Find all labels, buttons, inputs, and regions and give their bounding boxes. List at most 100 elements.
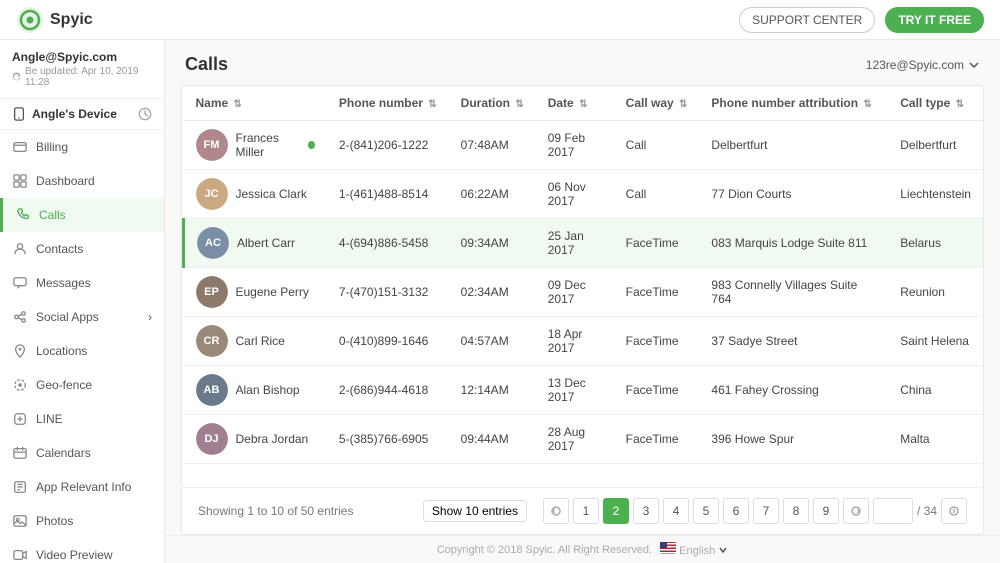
pagination: Showing 1 to 10 of 50 entries Show 10 en… (182, 487, 983, 534)
calls-icon (15, 207, 31, 223)
col-calltype[interactable]: Call type ⇅ (888, 86, 983, 121)
col-callway[interactable]: Call way ⇅ (614, 86, 700, 121)
sidebar-item-contacts[interactable]: Contacts (0, 232, 164, 266)
table-row[interactable]: AB Alan Bishop 2-(686)944-461812:14AM13 … (184, 366, 984, 415)
spyic-logo-icon (16, 6, 44, 34)
logo: Spyic (16, 6, 93, 34)
sort-icon-callway: ⇅ (679, 99, 687, 110)
logo-text: Spyic (50, 11, 93, 29)
showing-text: Showing 1 to 10 of 50 entries (198, 504, 353, 518)
cell-calltype: China (888, 366, 983, 415)
cell-callway: FaceTime (614, 219, 700, 268)
sort-icon-attribution: ⇅ (863, 99, 871, 110)
dashboard-icon (12, 173, 28, 189)
page-5-button[interactable]: 5 (693, 498, 719, 524)
cell-calltype: Belarus (888, 219, 983, 268)
cell-duration: 07:48AM (449, 121, 536, 170)
col-date[interactable]: Date ⇅ (536, 86, 614, 121)
cell-name: FM Frances Miller (184, 121, 327, 170)
cell-phone: 2-(841)206-1222 (327, 121, 449, 170)
sidebar: Angle@Spyic.com Be updated: Apr 10, 2019… (0, 40, 165, 563)
content-header: Calls 123re@Spyic.com (165, 40, 1000, 85)
page-6-button[interactable]: 6 (723, 498, 749, 524)
billing-label: Billing (36, 140, 68, 154)
cell-callway: Call (614, 121, 700, 170)
geofence-label: Geo-fence (36, 378, 92, 392)
sidebar-item-social-apps[interactable]: Social Apps › (0, 300, 164, 334)
chevron-down-small-icon (718, 546, 728, 554)
sidebar-item-video-preview[interactable]: Video Preview (0, 538, 164, 563)
geofence-icon (12, 377, 28, 393)
col-attribution[interactable]: Phone number attribution ⇅ (699, 86, 888, 121)
cell-name: JC Jessica Clark (184, 170, 327, 219)
sidebar-item-billing[interactable]: Billing (0, 130, 164, 164)
app-relevant-icon (12, 479, 28, 495)
sort-icon-calltype: ⇅ (956, 99, 964, 110)
cell-name: DJ Debra Jordan (184, 415, 327, 464)
table-row[interactable]: DJ Debra Jordan 5-(385)766-690509:44AM28… (184, 415, 984, 464)
cell-callway: FaceTime (614, 268, 700, 317)
table-row[interactable]: JC Jessica Clark 1-(461)488-851406:22AM0… (184, 170, 984, 219)
cell-calltype: Malta (888, 415, 983, 464)
table-row[interactable]: AC Albert Carr 4-(694)886-545809:34AM25 … (184, 219, 984, 268)
online-indicator (308, 141, 314, 149)
device-icon (12, 107, 26, 121)
cell-date: 28 Aug 2017 (536, 415, 614, 464)
col-name[interactable]: Name ⇅ (184, 86, 327, 121)
table-row[interactable]: FM Frances Miller 2-(841)206-122207:48AM… (184, 121, 984, 170)
show-entries-button[interactable]: Show 10 entries (423, 500, 527, 522)
sidebar-item-messages[interactable]: Messages (0, 266, 164, 300)
support-center-button[interactable]: SUPPORT CENTER (739, 7, 875, 33)
col-duration[interactable]: Duration ⇅ (449, 86, 536, 121)
sort-icon-duration: ⇅ (515, 99, 523, 110)
try-free-button[interactable]: TRY IT FREE (885, 7, 984, 33)
sidebar-item-line[interactable]: LINE (0, 402, 164, 436)
cell-phone: 2-(686)944-4618 (327, 366, 449, 415)
table-row[interactable]: EP Eugene Perry 7-(470)151-313202:34AM09… (184, 268, 984, 317)
avatar: AC (197, 227, 229, 259)
sort-icon-name: ⇅ (234, 99, 242, 110)
avatar: FM (196, 129, 228, 161)
sidebar-user-info: Angle@Spyic.com Be updated: Apr 10, 2019… (0, 40, 164, 99)
photos-label: Photos (36, 514, 73, 528)
page-next-icon[interactable] (843, 498, 869, 524)
page-go-button[interactable] (941, 498, 967, 524)
page-7-button[interactable]: 7 (753, 498, 779, 524)
cell-name: AB Alan Bishop (184, 366, 327, 415)
sidebar-item-app-relevant[interactable]: App Relevant Info (0, 470, 164, 504)
sidebar-item-photos[interactable]: Photos (0, 504, 164, 538)
page-input[interactable] (873, 498, 913, 524)
page-9-button[interactable]: 9 (813, 498, 839, 524)
cell-duration: 06:22AM (449, 170, 536, 219)
footer: Copyright © 2018 Spyic. All Right Reserv… (165, 535, 1000, 563)
calendars-icon (12, 445, 28, 461)
cell-attribution: 983 Connelly Villages Suite 764 (699, 268, 888, 317)
page-1-button[interactable]: 1 (573, 498, 599, 524)
sidebar-device-row: Angle's Device (0, 99, 164, 130)
page-prev-icon[interactable] (543, 498, 569, 524)
cell-name: EP Eugene Perry (184, 268, 327, 317)
cell-phone: 1-(461)488-8514 (327, 170, 449, 219)
cell-date: 09 Feb 2017 (536, 121, 614, 170)
calendars-label: Calendars (36, 446, 91, 460)
page-2-button[interactable]: 2 (603, 498, 629, 524)
sidebar-item-geofence[interactable]: Geo-fence (0, 368, 164, 402)
page-4-button[interactable]: 4 (663, 498, 689, 524)
sidebar-item-dashboard[interactable]: Dashboard (0, 164, 164, 198)
sidebar-item-calls[interactable]: Calls (0, 198, 164, 232)
avatar: AB (196, 374, 228, 406)
page-8-button[interactable]: 8 (783, 498, 809, 524)
page-3-button[interactable]: 3 (633, 498, 659, 524)
social-apps-arrow-icon: › (148, 310, 152, 324)
account-display: 123re@Spyic.com (866, 58, 980, 72)
cell-phone: 7-(470)151-3132 (327, 268, 449, 317)
cell-date: 18 Apr 2017 (536, 317, 614, 366)
sidebar-item-locations[interactable]: Locations (0, 334, 164, 368)
table-row[interactable]: CR Carl Rice 0-(410)899-164604:57AM18 Ap… (184, 317, 984, 366)
page-title: Calls (185, 54, 228, 75)
chevron-down-icon (968, 59, 980, 71)
sidebar-item-calendars[interactable]: Calendars (0, 436, 164, 470)
cell-date: 25 Jan 2017 (536, 219, 614, 268)
col-phone[interactable]: Phone number ⇅ (327, 86, 449, 121)
cell-callway: FaceTime (614, 415, 700, 464)
